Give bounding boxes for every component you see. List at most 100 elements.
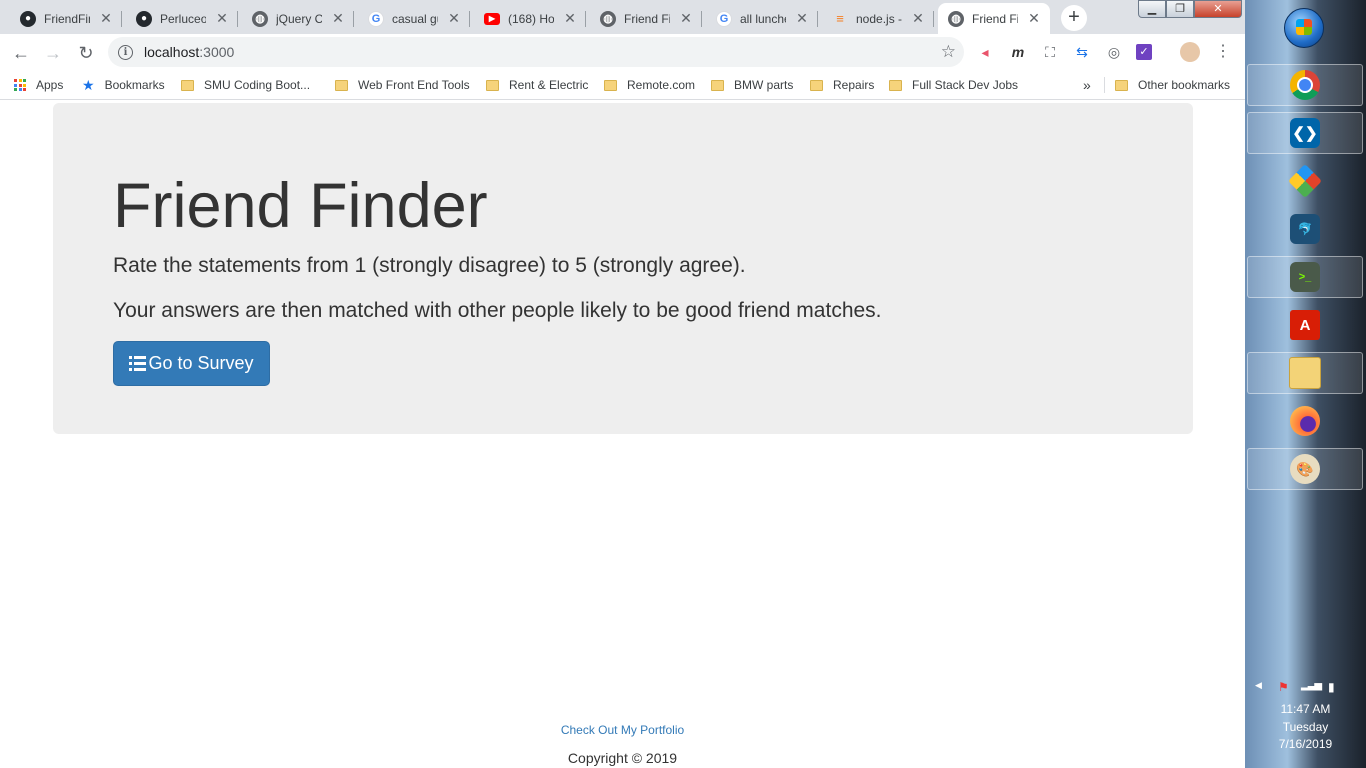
url-host: localhost	[144, 44, 200, 60]
bookmark-item[interactable]: BMW parts	[711, 71, 793, 99]
bookmark-item[interactable]: SMU Coding Boot...	[181, 71, 310, 99]
youtube-icon: ▶	[484, 12, 500, 25]
bookmark-item[interactable]: ★ Bookmarks	[82, 71, 165, 99]
windows-taskbar: ❮❯ 🐬 >_ A 🎨 ◀ ⚑ ▂▃▅ ▮ 11:47 AM Tuesday 7…	[1245, 0, 1366, 768]
tab-title: jQuery CDN	[276, 11, 322, 26]
site-info-icon[interactable]: i	[118, 44, 133, 60]
bookmark-star-icon[interactable]: ☆	[941, 42, 956, 62]
browser-tab[interactable]: ▶ (168) Hom ✕	[474, 3, 586, 34]
bookmark-label: Rent & Electric	[509, 78, 589, 92]
clock-time[interactable]: 11:47 AM	[1245, 702, 1366, 716]
taskbar-vscode[interactable]: ❮❯	[1247, 112, 1363, 154]
browser-menu-icon[interactable]: ⋮	[1213, 42, 1233, 62]
taskbar-file-explorer[interactable]	[1247, 352, 1363, 394]
new-tab-button[interactable]: +	[1061, 5, 1087, 31]
minimize-button[interactable]: ▁	[1138, 0, 1166, 18]
file-explorer-icon	[1289, 357, 1321, 389]
browser-tab[interactable]: ◍ Friend Fin ✕	[938, 3, 1050, 34]
tab-close-icon[interactable]: ✕	[794, 10, 810, 27]
jumbotron: Friend Finder Rate the statements from 1…	[53, 103, 1193, 434]
tray-expand-icon[interactable]: ◀	[1255, 680, 1262, 691]
tab-close-icon[interactable]: ✕	[562, 10, 578, 27]
page-title: Friend Finder	[113, 171, 488, 241]
extension-code-icon[interactable]: ◎	[1104, 42, 1124, 62]
taskbar-mysql-workbench[interactable]: 🐬	[1247, 208, 1363, 250]
tab-close-icon[interactable]: ✕	[98, 10, 114, 27]
folder-icon	[810, 79, 823, 91]
bookmarks-overflow-button[interactable]: »	[1083, 71, 1091, 99]
browser-tab[interactable]: ● FriendFinder ✕	[10, 3, 122, 34]
maximize-button[interactable]: ❐	[1166, 0, 1194, 18]
browser-tab[interactable]: ≡ node.js - ✕	[822, 3, 934, 34]
extension-check-icon[interactable]: ✓	[1136, 44, 1152, 60]
bookmark-label: BMW parts	[734, 78, 794, 92]
tab-separator	[817, 11, 818, 27]
browser-toolbar: ← → ↻ i localhost:3000 ☆ ◂ m ⛶ ⇆ ◎ ✓ ⋮	[0, 34, 1245, 71]
bookmark-item[interactable]: Full Stack Dev Jobs	[889, 71, 1018, 99]
close-window-button[interactable]: ✕	[1194, 0, 1242, 18]
forward-button[interactable]: →	[40, 40, 66, 66]
browser-tab[interactable]: ◍ Friend Fin ✕	[590, 3, 702, 34]
google-icon: G	[368, 10, 384, 27]
network-signal-icon[interactable]: ▂▃▅	[1301, 680, 1322, 691]
tab-strip: ●FriendFinder✕●Perluceo/✕◍jQuery CDN✕Gca…	[0, 0, 1245, 34]
taskbar-chrome[interactable]	[1247, 64, 1363, 106]
battery-icon[interactable]: ▮	[1328, 680, 1335, 694]
bookmark-label: SMU Coding Boot...	[204, 78, 311, 92]
taskbar-git[interactable]	[1247, 160, 1363, 202]
tab-title: Friend Fin	[624, 11, 670, 26]
tab-close-icon[interactable]: ✕	[1026, 10, 1042, 27]
tab-separator	[585, 11, 586, 27]
bookmark-item[interactable]: Remote.com	[604, 71, 695, 99]
google-icon: G	[716, 10, 732, 27]
tab-close-icon[interactable]: ✕	[330, 10, 346, 27]
browser-tab[interactable]: Gall lunche ✕	[706, 3, 818, 34]
tab-close-icon[interactable]: ✕	[446, 10, 462, 27]
folder-icon	[181, 79, 194, 91]
stackoverflow-icon: ≡	[836, 11, 844, 26]
apps-grid-icon	[14, 79, 26, 91]
taskbar-firefox[interactable]	[1247, 400, 1363, 442]
taskbar-acrobat[interactable]: A	[1247, 304, 1363, 346]
extension-screenshot-icon[interactable]: ⛶	[1040, 42, 1060, 62]
back-button[interactable]: ←	[8, 40, 34, 66]
clock-date[interactable]: 7/16/2019	[1245, 737, 1366, 751]
extension-m-icon[interactable]: m	[1008, 42, 1028, 62]
profile-avatar[interactable]	[1180, 42, 1200, 62]
folder-icon	[335, 79, 348, 91]
reload-button[interactable]: ↻	[73, 40, 99, 66]
bookmark-label: Bookmarks	[104, 78, 165, 92]
folder-icon	[486, 79, 499, 91]
tab-title: (168) Hom	[508, 11, 554, 26]
taskbar-paint[interactable]: 🎨	[1247, 448, 1363, 490]
taskbar-terminal[interactable]: >_	[1247, 256, 1363, 298]
address-bar[interactable]: i localhost:3000 ☆	[108, 37, 964, 67]
tab-title: Friend Fin	[972, 11, 1018, 26]
bookmark-label: Other bookmarks	[1138, 78, 1231, 92]
browser-tab[interactable]: ● Perluceo/ ✕	[126, 3, 238, 34]
go-to-survey-label: Go to Survey	[148, 353, 254, 373]
bookmark-label: Full Stack Dev Jobs	[912, 78, 1019, 92]
folder-icon	[604, 79, 617, 91]
clock-day[interactable]: Tuesday	[1245, 720, 1366, 734]
bookmark-item[interactable]: Apps	[14, 71, 63, 99]
browser-tab[interactable]: ◍ jQuery CDN ✕	[242, 3, 354, 34]
github-icon: ●	[136, 10, 152, 27]
start-button[interactable]	[1284, 8, 1324, 48]
tab-close-icon[interactable]: ✕	[910, 10, 926, 27]
tab-separator	[237, 11, 238, 27]
portfolio-link[interactable]: Check Out My Portfolio	[0, 723, 1245, 737]
url-text[interactable]: localhost:3000	[144, 44, 234, 60]
extension-arrows-icon[interactable]: ⇆	[1072, 42, 1092, 62]
bookmark-item[interactable]: Web Front End Tools	[335, 71, 470, 99]
tab-close-icon[interactable]: ✕	[214, 10, 230, 27]
bookmarks-divider	[1104, 77, 1105, 93]
action-center-flag-icon[interactable]: ⚑	[1278, 680, 1289, 694]
go-to-survey-button[interactable]: Go to Survey	[113, 341, 270, 386]
bookmark-item[interactable]: Repairs	[810, 71, 874, 99]
extension-cast-icon[interactable]: ◂	[975, 42, 995, 62]
tab-close-icon[interactable]: ✕	[678, 10, 694, 27]
browser-tab[interactable]: Gcasual gui ✕	[358, 3, 470, 34]
bookmark-item[interactable]: Other bookmarks	[1115, 71, 1230, 99]
bookmark-item[interactable]: Rent & Electric	[486, 71, 588, 99]
